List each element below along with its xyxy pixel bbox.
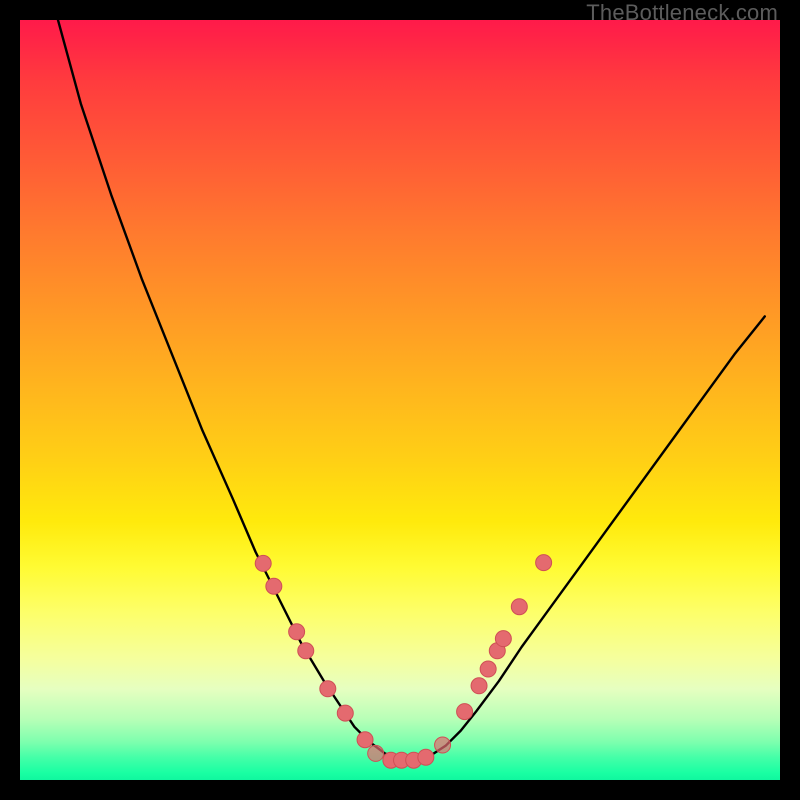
bottleneck-curve [58,20,765,760]
data-marker [418,749,434,765]
data-marker [511,599,527,615]
data-marker [457,704,473,720]
data-marker [435,737,451,753]
data-marker [298,643,314,659]
plot-area [20,20,780,780]
data-marker [320,681,336,697]
brand-watermark: TheBottleneck.com [586,0,778,26]
chart-frame: TheBottleneck.com [0,0,800,800]
data-marker [357,732,373,748]
curve-svg [20,20,780,780]
data-marker [368,745,384,761]
data-marker [337,705,353,721]
data-marker [266,578,282,594]
data-marker [471,678,487,694]
data-marker [289,624,305,640]
data-marker [255,555,271,571]
data-marker [495,631,511,647]
data-marker [536,555,552,571]
data-marker [480,661,496,677]
